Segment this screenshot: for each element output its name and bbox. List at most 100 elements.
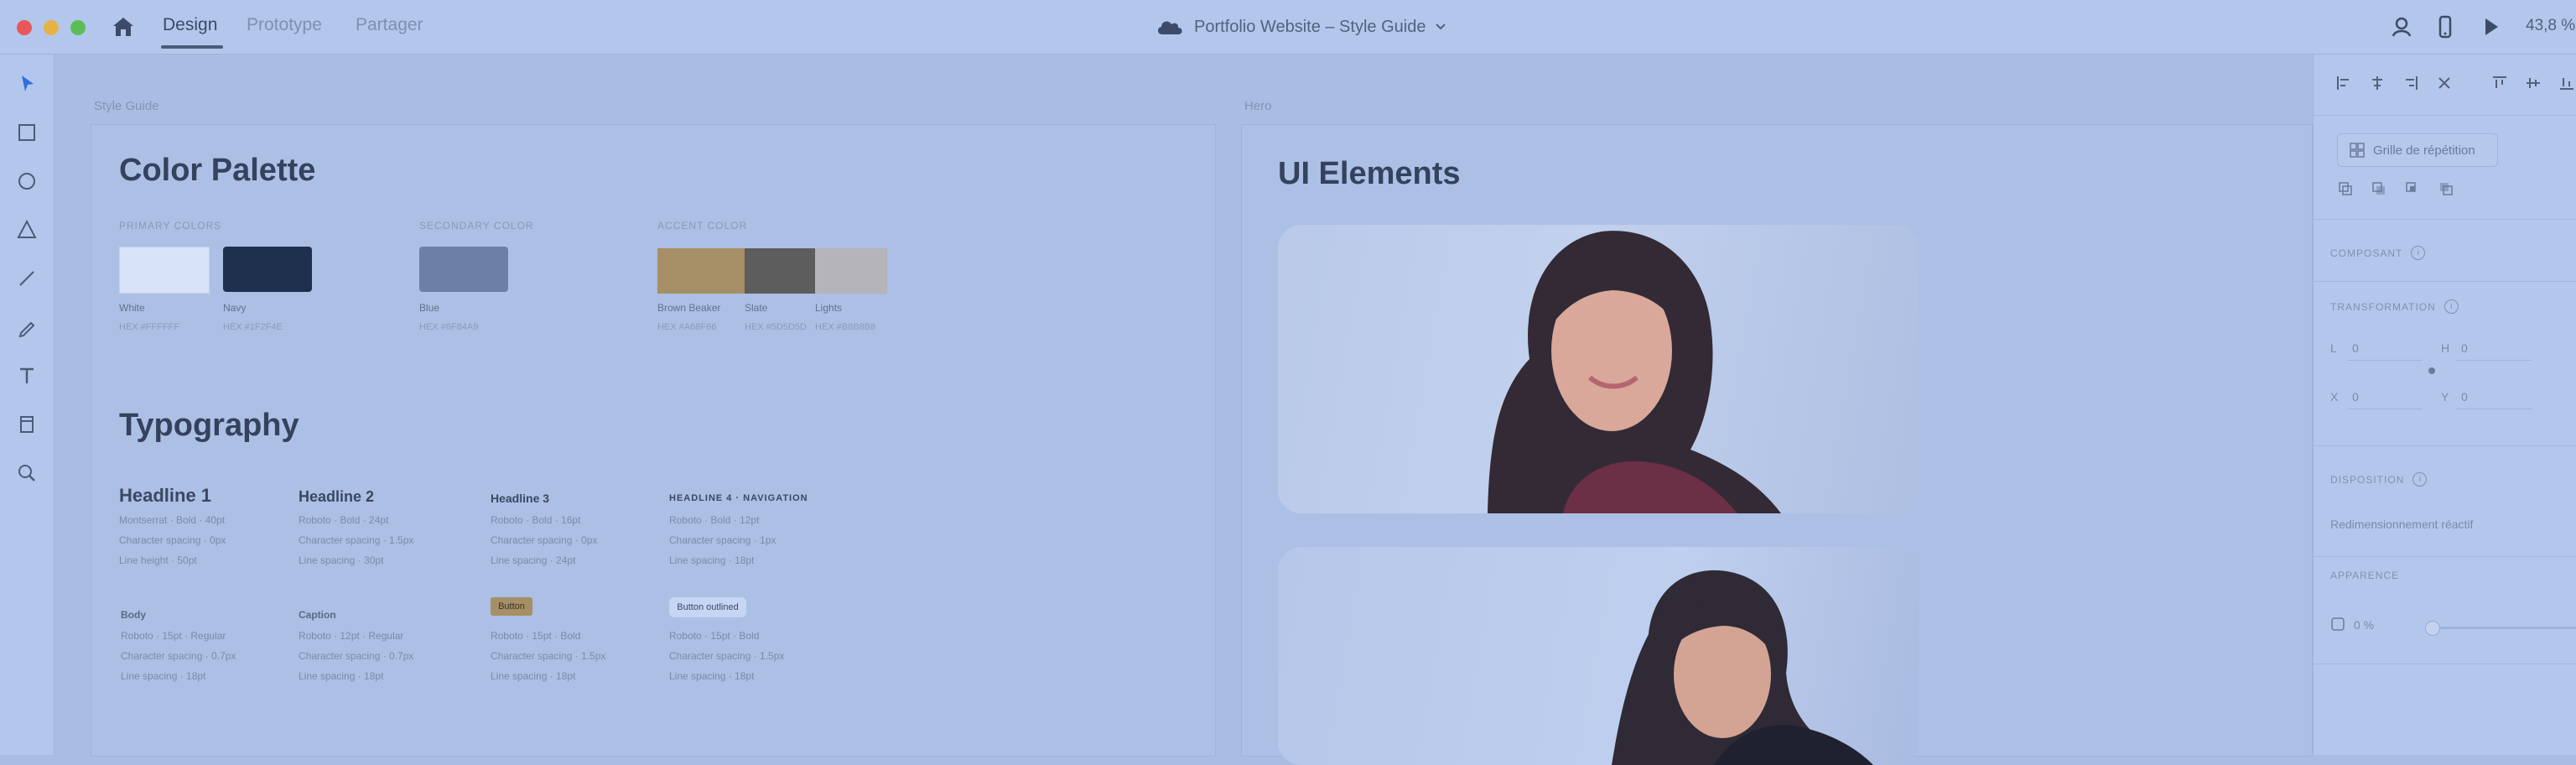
- panel-divider: [2314, 445, 2576, 446]
- y-field[interactable]: [2456, 383, 2532, 409]
- responsive-resize-label: Redimensionnement réactif: [2330, 518, 2474, 531]
- ui-elements-heading: UI Elements: [1278, 156, 1461, 191]
- portrait-photo-card[interactable]: [1278, 225, 1919, 513]
- zoom-level[interactable]: 43,8 %: [2526, 17, 2575, 35]
- height-field[interactable]: [2456, 335, 2532, 361]
- type-meta: Roboto · Bold · 16pt Character spacing ·…: [491, 514, 598, 566]
- title-bar: Design Prototype Partager Portfolio Webs…: [0, 0, 2576, 55]
- opacity-value[interactable]: 0 %: [2354, 618, 2374, 632]
- swatch-name: Slate: [745, 302, 768, 314]
- swatch-name: Navy: [223, 302, 247, 314]
- swatch-name: White: [119, 302, 145, 314]
- panel-divider: [2314, 281, 2576, 282]
- align-left-icon[interactable]: [2335, 75, 2352, 91]
- color-swatch[interactable]: [119, 247, 210, 294]
- share-user-icon[interactable]: [2388, 13, 2415, 40]
- swatch-hex: HEX #6F84A9: [419, 322, 479, 332]
- home-icon[interactable]: [111, 15, 136, 39]
- align-center-icon[interactable]: [2369, 75, 2386, 91]
- color-swatch[interactable]: [419, 247, 508, 292]
- tab-design[interactable]: Design: [163, 15, 217, 35]
- transform-section[interactable]: Transformation i: [2330, 299, 2459, 314]
- distribute-icon[interactable]: [2436, 75, 2453, 91]
- info-icon: i: [2444, 299, 2459, 314]
- swatch-hex: HEX #B8B8B8: [815, 322, 876, 332]
- color-swatch[interactable]: [815, 248, 887, 294]
- repeat-grid-icon: [2350, 143, 2365, 158]
- maximize-window-button[interactable]: [70, 20, 86, 35]
- pen-tool-icon[interactable]: [14, 315, 39, 340]
- appearance-section[interactable]: Apparence: [2330, 570, 2399, 581]
- headline-4-sample: HEADLINE 4 · NAVIGATION: [669, 493, 808, 503]
- type-meta: Roboto · 15pt · Bold Character spacing ·…: [491, 630, 606, 682]
- artboard-label-hero[interactable]: Hero: [1244, 99, 1272, 113]
- property-inspector: Grille de répétition Composant i Transfo…: [2313, 55, 2576, 755]
- accent-color-label: Accent color: [657, 220, 748, 232]
- component-section[interactable]: Composant i: [2330, 246, 2426, 260]
- line-tool-icon[interactable]: [14, 266, 39, 291]
- document-title[interactable]: Portfolio Website – Style Guide: [1156, 15, 1446, 39]
- tab-share[interactable]: Partager: [356, 15, 423, 35]
- rectangle-tool-icon[interactable]: [14, 120, 39, 145]
- button-sample[interactable]: Button: [491, 597, 532, 616]
- color-swatch[interactable]: [745, 248, 815, 294]
- opacity-icon: [2331, 617, 2345, 631]
- ellipse-tool-icon[interactable]: [14, 169, 39, 194]
- active-tab-indicator: [161, 45, 223, 49]
- boolean-add-icon[interactable]: [2337, 180, 2354, 197]
- panel-divider: [2314, 219, 2576, 220]
- portrait-photo-card[interactable]: [1278, 547, 1919, 765]
- polygon-tool-icon[interactable]: [14, 217, 39, 242]
- document-title-text: Portfolio Website – Style Guide: [1194, 17, 1426, 36]
- headline-1-sample: Headline 1: [119, 485, 212, 506]
- tab-prototype[interactable]: Prototype: [247, 15, 322, 35]
- layout-section[interactable]: Disposition i: [2330, 472, 2428, 487]
- close-window-button[interactable]: [17, 20, 32, 35]
- artboard-label-style-guide[interactable]: Style Guide: [94, 99, 159, 113]
- color-palette-heading: Color Palette: [119, 153, 316, 188]
- repeat-grid-button[interactable]: Grille de répétition: [2337, 133, 2498, 167]
- info-icon: i: [2411, 246, 2426, 260]
- chevron-down-icon: [1436, 23, 1446, 30]
- swatch-hex: HEX #5D5D5D: [745, 322, 807, 332]
- lock-aspect-icon[interactable]: [2426, 365, 2438, 377]
- play-preview-icon[interactable]: [2477, 13, 2504, 40]
- x-label: X: [2330, 390, 2339, 403]
- text-tool-icon[interactable]: [14, 363, 39, 388]
- opacity-slider-track[interactable]: [2428, 627, 2576, 629]
- panel-divider: [2314, 556, 2576, 557]
- button-outlined-sample[interactable]: Button outlined: [669, 597, 746, 617]
- align-right-icon[interactable]: [2402, 75, 2419, 91]
- swatch-hex: HEX #1F2F4E: [223, 322, 283, 332]
- select-tool-icon[interactable]: [14, 71, 39, 96]
- boolean-intersect-icon[interactable]: [2404, 180, 2421, 197]
- width-field[interactable]: [2347, 335, 2423, 361]
- boolean-subtract-icon[interactable]: [2371, 180, 2387, 197]
- align-bottom-icon[interactable]: [2558, 75, 2575, 91]
- y-label: Y: [2441, 390, 2449, 403]
- cloud-icon: [1157, 21, 1182, 34]
- artboard-tool-icon[interactable]: [14, 412, 39, 437]
- mobile-preview-icon[interactable]: [2432, 13, 2459, 40]
- caption-style-name: Caption: [299, 609, 336, 621]
- swatch-hex: HEX #A68F66: [657, 322, 717, 332]
- zoom-tool-icon[interactable]: [14, 461, 39, 486]
- secondary-color-label: Secondary color: [419, 220, 534, 232]
- panel-divider: [2314, 115, 2576, 116]
- swatch-name: Blue: [419, 302, 440, 314]
- height-label: H: [2441, 341, 2450, 355]
- boolean-exclude-icon[interactable]: [2438, 180, 2454, 197]
- type-meta: Roboto · 15pt · Regular Character spacin…: [121, 630, 236, 682]
- repeat-grid-label: Grille de répétition: [2373, 143, 2475, 158]
- opacity-slider-handle[interactable]: [2425, 621, 2440, 636]
- color-swatch[interactable]: [657, 248, 745, 294]
- align-top-icon[interactable]: [2491, 75, 2508, 91]
- x-field[interactable]: [2347, 383, 2423, 409]
- body-style-name: Body: [121, 609, 146, 621]
- minimize-window-button[interactable]: [44, 20, 59, 35]
- type-meta: Roboto · Bold · 12pt Character spacing ·…: [669, 514, 776, 566]
- align-middle-icon[interactable]: [2525, 75, 2542, 91]
- portrait-photo: [1488, 231, 1781, 513]
- typography-heading: Typography: [119, 408, 299, 443]
- color-swatch[interactable]: [223, 247, 312, 292]
